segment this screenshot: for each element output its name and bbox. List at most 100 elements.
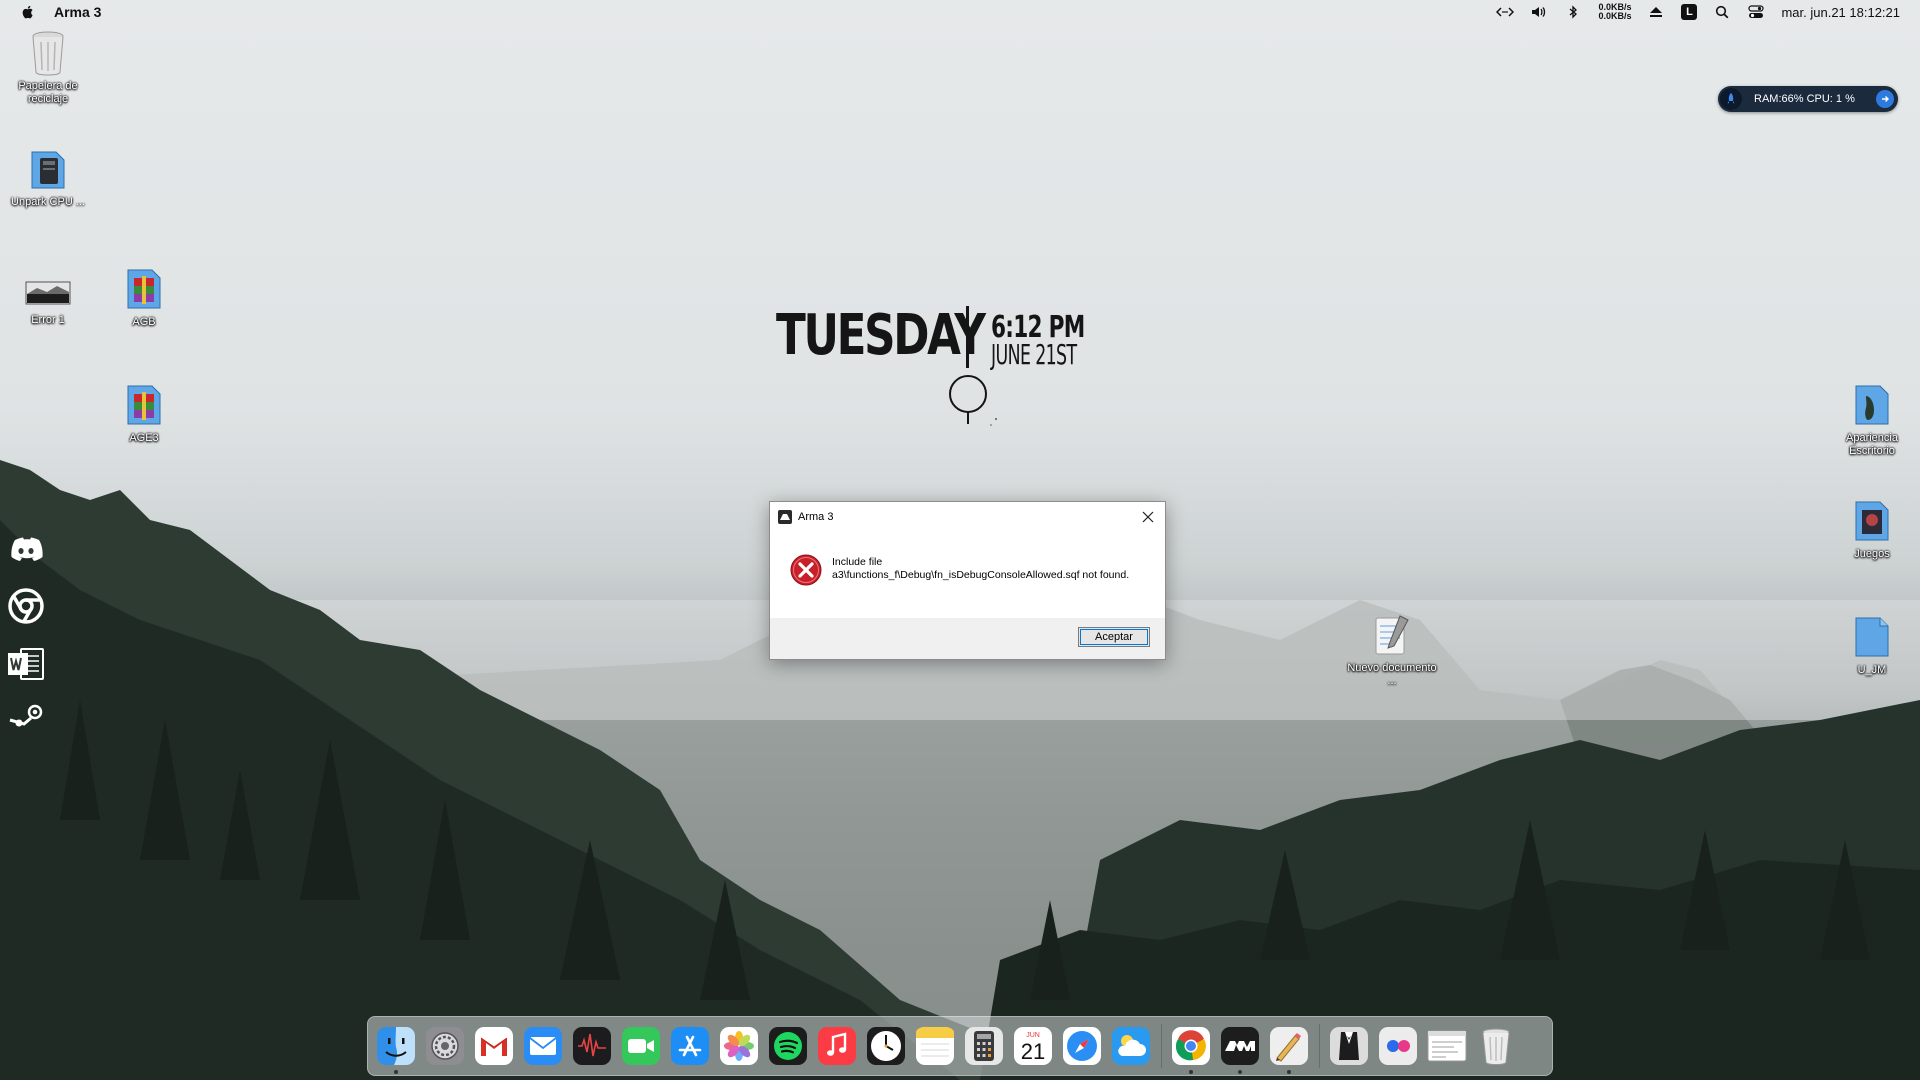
arma-app-icon — [778, 510, 792, 524]
dock-item-music[interactable] — [817, 1026, 857, 1066]
dock-item-script-editor[interactable] — [1269, 1026, 1309, 1074]
gmail-icon — [475, 1027, 513, 1065]
dock-item-system-preferences[interactable] — [425, 1026, 465, 1066]
arrow-right-icon[interactable] — [1876, 90, 1894, 108]
desktop-icon-nuevo-documento[interactable]: Nuevo documento ... — [1346, 612, 1438, 688]
chrome-icon — [1172, 1027, 1210, 1065]
dialog-body: Include file a3\functions_f\Debug\fn_isD… — [770, 532, 1165, 618]
dialog-title: Arma 3 — [798, 511, 834, 523]
music-note-icon — [818, 1027, 856, 1065]
desktop-icon-age3[interactable]: AGE3 — [98, 382, 190, 445]
dock-item-bartender[interactable] — [1329, 1026, 1369, 1066]
dialog-titlebar[interactable]: Arma 3 — [770, 502, 1165, 532]
games-folder-icon — [1855, 501, 1889, 541]
running-indicator — [394, 1070, 398, 1074]
calendar-month: JUN — [1026, 1032, 1040, 1039]
menu-bar-status-area: 0.0KB/s 0.0KB/s L mar. jun.21 18:12:21 — [1496, 0, 1900, 24]
settings-gear-icon — [426, 1027, 464, 1065]
dock-separator — [1161, 1024, 1162, 1068]
dock-item-mail[interactable] — [523, 1026, 563, 1066]
dock-item-facetime[interactable] — [621, 1026, 661, 1066]
photos-icon — [720, 1027, 758, 1065]
desktop-icon-label: AGB — [132, 316, 156, 328]
desktop-icon-agb[interactable]: AGB — [98, 266, 190, 329]
dock-item-safari[interactable] — [1062, 1026, 1102, 1066]
dock-item-app-store[interactable] — [670, 1026, 710, 1066]
desktop-icon-juegos[interactable]: Juegos — [1826, 498, 1918, 561]
desktop-icon-u-jm[interactable]: U_JM — [1826, 614, 1918, 677]
circle-indicator-icon — [949, 375, 997, 426]
script-editor-icon — [1270, 1027, 1308, 1065]
desktop-icon-label: AGE3 — [129, 432, 159, 444]
ram-cpu-text: RAM:66% CPU: 1 % — [1754, 93, 1855, 105]
desktop-icon-error-1[interactable]: Error 1 — [2, 276, 94, 327]
mail-icon — [524, 1027, 562, 1065]
word-app[interactable] — [6, 644, 46, 684]
word-icon — [8, 648, 44, 680]
chrome-app[interactable] — [6, 586, 46, 626]
dock-item-calendar[interactable]: JUN 21 — [1013, 1026, 1053, 1066]
archive-folder-icon — [127, 269, 161, 309]
calendar-icon: JUN 21 — [1014, 1027, 1052, 1065]
desktop-icon-label: Juegos — [1854, 548, 1890, 560]
network-speed: 0.0KB/s 0.0KB/s — [1598, 3, 1631, 21]
dock-item-screenshot-window[interactable] — [1427, 1026, 1467, 1066]
dual-dots-icon — [1379, 1027, 1417, 1065]
eject-icon[interactable] — [1647, 3, 1665, 21]
active-app-name[interactable]: Arma 3 — [54, 4, 101, 20]
dock-item-photos[interactable] — [719, 1026, 759, 1066]
dock-item-weather[interactable] — [1111, 1026, 1151, 1066]
weather-cloud-icon — [1112, 1027, 1150, 1065]
l-badge-icon[interactable]: L — [1681, 4, 1698, 20]
dock-item-voice-memos[interactable] — [572, 1026, 612, 1066]
error-dialog: Arma 3 Include file a3\functions_f\Debug… — [769, 501, 1166, 660]
dock-item-gmail[interactable] — [474, 1026, 514, 1066]
dialog-footer: Aceptar — [770, 618, 1165, 659]
folder-icon — [1855, 385, 1889, 425]
archive-folder-icon — [127, 385, 161, 425]
steam-app[interactable] — [6, 696, 46, 736]
apple-menu-icon[interactable] — [20, 4, 36, 20]
dialog-close-button[interactable] — [1137, 506, 1159, 528]
widget-date: JUNE 21ST — [991, 338, 1077, 371]
waveform-icon — [573, 1027, 611, 1065]
dock-item-flickr[interactable] — [1378, 1026, 1418, 1066]
desktop-icon-label: Apariencia Escritorio — [1846, 432, 1898, 457]
dock-item-clock[interactable] — [866, 1026, 906, 1066]
desktop-icon-apariencia-escritorio[interactable]: Apariencia Escritorio — [1826, 382, 1918, 458]
dock-item-chrome[interactable] — [1171, 1026, 1211, 1074]
spotlight-search-icon[interactable] — [1713, 3, 1731, 21]
desktop-icon-label: Unpark CPU ... — [11, 196, 85, 208]
desktop-icon-recycle-bin[interactable]: Papelera de reciclaje — [2, 30, 94, 106]
dock-item-spotify[interactable] — [768, 1026, 808, 1066]
app-store-icon — [671, 1027, 709, 1065]
running-indicator — [1189, 1070, 1193, 1074]
desktop-icon-unpark-cpu[interactable]: Unpark CPU ... — [2, 148, 94, 209]
dock-item-notes[interactable] — [915, 1026, 955, 1066]
dock-item-finder[interactable] — [376, 1026, 416, 1074]
ram-cpu-widget[interactable]: RAM:66% CPU: 1 % — [1718, 86, 1898, 112]
volume-icon[interactable] — [1530, 3, 1548, 21]
clock-icon — [867, 1027, 905, 1065]
tuxedo-icon — [1330, 1027, 1368, 1065]
discord-app[interactable] — [6, 530, 46, 570]
chrome-icon — [8, 588, 44, 624]
dock-item-trash[interactable] — [1476, 1026, 1516, 1066]
menu-bar: Arma 3 0.0KB/s 0.0KB/s L mar. jun.21 18:… — [0, 0, 1920, 24]
dock-item-calculator[interactable] — [964, 1026, 1004, 1066]
trash-icon — [1482, 1028, 1510, 1066]
bluetooth-icon[interactable] — [1564, 3, 1582, 21]
dock: JUN 21 — [367, 1016, 1553, 1076]
arma-3-icon — [1221, 1027, 1259, 1065]
code-arrows-icon[interactable] — [1496, 3, 1515, 21]
dock-item-arma-3[interactable] — [1220, 1026, 1260, 1074]
control-center-icon[interactable] — [1747, 3, 1765, 21]
safari-compass-icon — [1063, 1027, 1101, 1065]
calculator-icon — [965, 1027, 1003, 1065]
menu-bar-clock[interactable]: mar. jun.21 18:12:21 — [1781, 5, 1900, 20]
dialog-message: Include file a3\functions_f\Debug\fn_isD… — [832, 556, 1142, 582]
finder-icon — [377, 1027, 415, 1065]
desktop-icon-label: Error 1 — [31, 314, 65, 326]
running-indicator — [1287, 1070, 1291, 1074]
aceptar-button[interactable]: Aceptar — [1078, 627, 1150, 647]
